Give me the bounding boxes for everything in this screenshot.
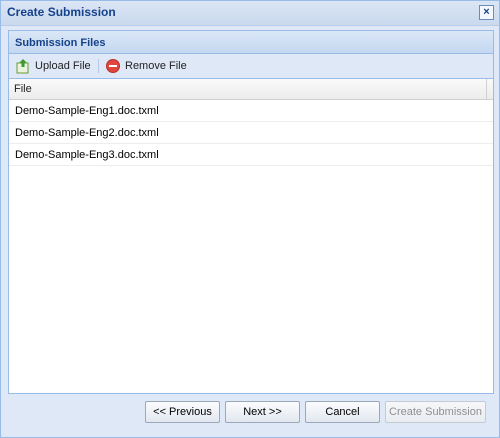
file-name: Demo-Sample-Eng1.doc.txml xyxy=(15,105,159,117)
create-submission-button[interactable]: Create Submission xyxy=(385,401,486,423)
next-button[interactable]: Next >> xyxy=(225,401,300,423)
panel-header: Submission Files xyxy=(9,31,493,54)
table-row[interactable]: Demo-Sample-Eng1.doc.txml xyxy=(9,100,493,122)
previous-button[interactable]: << Previous xyxy=(145,401,220,423)
upload-file-label: Upload File xyxy=(35,60,91,72)
dialog-titlebar[interactable]: Create Submission × xyxy=(1,1,499,26)
upload-icon xyxy=(15,58,31,74)
table-row[interactable]: Demo-Sample-Eng3.doc.txml xyxy=(9,144,493,166)
close-icon[interactable]: × xyxy=(479,5,494,20)
upload-file-button[interactable]: Upload File xyxy=(15,58,91,74)
panel-title: Submission Files xyxy=(15,37,106,49)
dialog-footer: << Previous Next >> Cancel Create Submis… xyxy=(8,394,492,430)
file-list: Demo-Sample-Eng1.doc.txml Demo-Sample-En… xyxy=(9,100,493,166)
remove-file-button[interactable]: Remove File xyxy=(105,58,187,74)
toolbar-separator xyxy=(98,59,99,73)
column-divider xyxy=(486,79,487,99)
grid-header: File xyxy=(9,79,493,100)
file-name: Demo-Sample-Eng2.doc.txml xyxy=(15,127,159,139)
table-row[interactable]: Demo-Sample-Eng2.doc.txml xyxy=(9,122,493,144)
file-name: Demo-Sample-Eng3.doc.txml xyxy=(15,149,159,161)
create-submission-dialog: Create Submission × Submission Files Upl… xyxy=(0,0,500,438)
dialog-title: Create Submission xyxy=(7,5,116,19)
column-header-file[interactable]: File xyxy=(14,83,32,95)
remove-icon xyxy=(105,58,121,74)
files-toolbar: Upload File Remove File xyxy=(9,54,493,79)
remove-file-label: Remove File xyxy=(125,60,187,72)
submission-files-panel: Submission Files Upload File Remove File… xyxy=(8,30,494,394)
cancel-button[interactable]: Cancel xyxy=(305,401,380,423)
